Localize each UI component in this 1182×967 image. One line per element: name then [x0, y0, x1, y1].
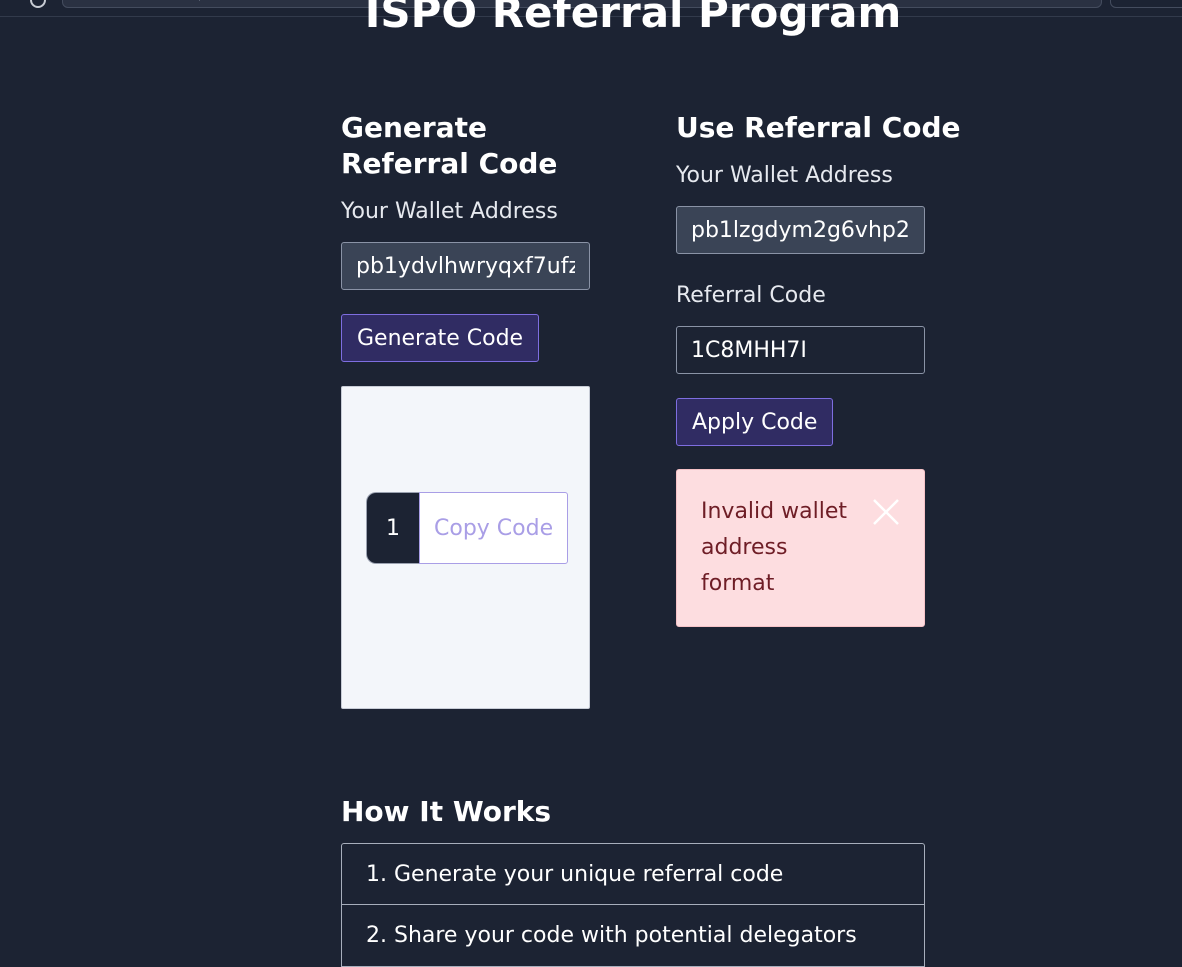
use-wallet-input[interactable]	[676, 206, 925, 254]
code-copy-group: 1 Copy Code	[366, 492, 569, 564]
referral-code-label: Referral Code	[676, 283, 826, 308]
generate-wallet-input[interactable]	[341, 242, 590, 290]
referral-code-card: 1 Copy Code	[341, 386, 590, 709]
generate-code-button[interactable]: Generate Code	[341, 314, 540, 362]
how-it-works-list: 1. Generate your unique referral code 2.…	[341, 843, 925, 967]
close-icon[interactable]	[870, 496, 902, 528]
apply-code-button[interactable]: Apply Code	[676, 398, 834, 446]
how-it-works-title: How It Works	[341, 795, 552, 828]
generate-wallet-label: Your Wallet Address	[341, 199, 558, 224]
use-heading: Use Referral Code	[676, 111, 961, 144]
page-title: ISPO Referral Program	[364, 0, 902, 37]
generated-code-field[interactable]: 1	[366, 492, 419, 564]
referral-code-input[interactable]	[676, 326, 925, 374]
error-message: Invalid wallet address format	[701, 499, 847, 596]
list-item: 1. Generate your unique referral code	[341, 843, 925, 905]
copy-code-button[interactable]: Copy Code	[419, 492, 569, 564]
generate-heading: Generate Referral Code	[341, 111, 558, 180]
list-item: 2. Share your code with potential delega…	[341, 905, 925, 967]
error-alert: Invalid wallet address format	[676, 469, 925, 627]
use-wallet-label: Your Wallet Address	[676, 163, 893, 188]
